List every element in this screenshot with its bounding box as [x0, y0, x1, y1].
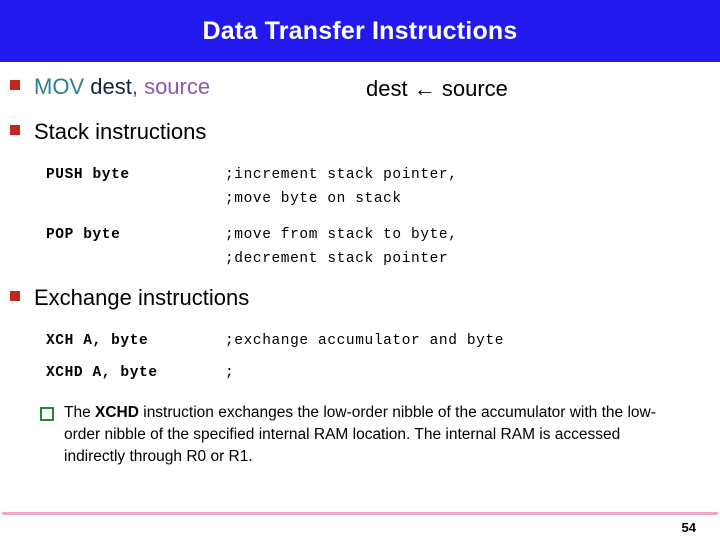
left-arrow-icon: ←	[413, 76, 436, 101]
square-bullet-icon	[10, 291, 20, 301]
code-comment-xch: ;exchange accumulator and byte	[225, 333, 505, 349]
code-comment-xchd: ;	[225, 365, 235, 381]
square-bullet-icon	[10, 80, 20, 90]
square-bullet-icon	[10, 125, 20, 135]
slide-title-banner: Data Transfer Instructions	[0, 0, 720, 62]
note-part-1: The	[64, 404, 96, 421]
code-comment-push-2: ;move byte on stack	[225, 191, 402, 207]
expression-source: source	[441, 76, 508, 101]
expression-dest: dest	[366, 76, 408, 101]
bullet-item-stack-instructions: Stack instructions	[10, 119, 206, 145]
xchd-note-text: The XCHD instruction exchanges the low-o…	[64, 402, 685, 468]
page-title: Data Transfer Instructions	[202, 16, 518, 45]
code-comment-push-1: ;increment stack pointer,	[225, 167, 458, 183]
code-comment-pop-2: ;decrement stack pointer	[225, 251, 449, 267]
section-heading-exchange: Exchange instructions	[34, 285, 250, 310]
mov-source-operand: source	[137, 74, 211, 99]
code-mnemonic-pop: POP byte	[46, 227, 121, 243]
mov-dest-operand: dest	[84, 74, 132, 99]
mov-semantics-expression: dest ← source	[366, 76, 508, 102]
mov-mnemonic: MOV	[34, 74, 85, 99]
code-mnemonic-xch: XCH A, byte	[46, 333, 149, 349]
code-mnemonic-xchd: XCHD A, byte	[46, 365, 158, 381]
slide-content: MOV dest, source dest ← source Stack ins…	[0, 62, 720, 540]
footer-divider	[2, 512, 718, 515]
bullet-item-mov: MOV dest, source	[10, 74, 210, 100]
section-heading-stack: Stack instructions	[34, 119, 207, 144]
mov-syntax-line: MOV dest, source	[34, 74, 210, 100]
note-part-2: instruction exchanges the low-order nibb…	[64, 404, 656, 465]
hollow-square-bullet-icon	[40, 407, 54, 421]
code-mnemonic-push: PUSH byte	[46, 167, 130, 183]
page-number: 54	[681, 520, 696, 535]
note-bold-term: XCHD	[95, 404, 139, 421]
bullet-item-exchange-instructions: Exchange instructions	[10, 285, 249, 311]
sub-bullet-item-xchd-note: The XCHD instruction exchanges the low-o…	[40, 402, 685, 468]
code-comment-pop-1: ;move from stack to byte,	[225, 227, 458, 243]
